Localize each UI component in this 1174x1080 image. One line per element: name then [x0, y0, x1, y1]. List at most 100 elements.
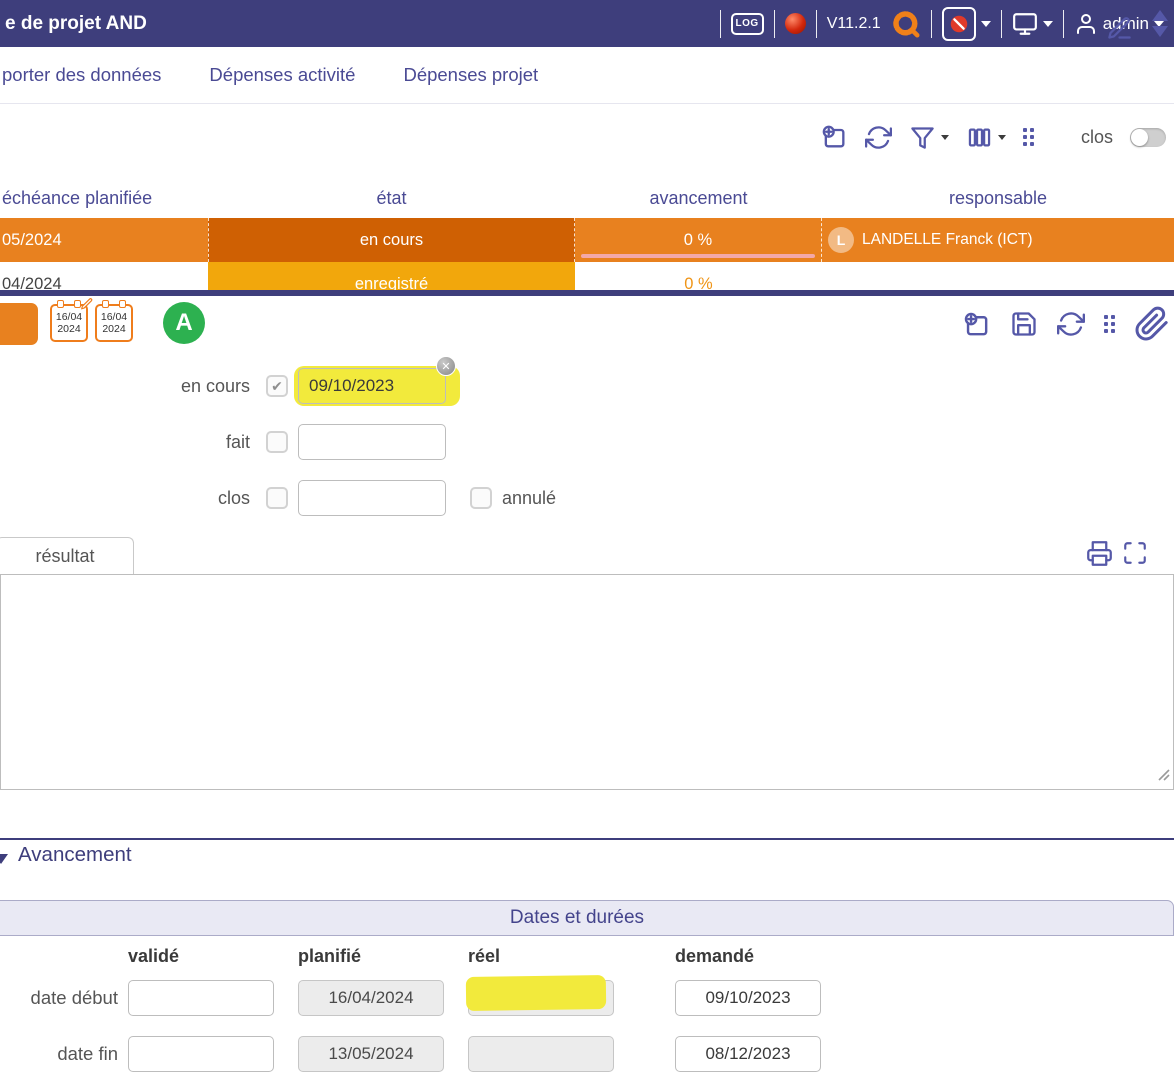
chevron-down-icon [998, 135, 1006, 144]
top-bar: e de projet AND LOG V11.2.1 [0, 0, 1174, 47]
date-debut-label: date début [0, 980, 118, 1016]
date-fin-valide-field[interactable] [128, 1036, 274, 1072]
calendar-ring-icon [57, 300, 64, 308]
cell-etat: enregistré [208, 262, 575, 290]
separator [720, 10, 721, 38]
dates-durees-header: Dates et durées [0, 900, 1174, 936]
paperclip-icon[interactable] [1134, 306, 1170, 342]
separator [931, 10, 932, 38]
clos-checkbox[interactable] [266, 487, 288, 509]
en-cours-date-field[interactable]: 09/10/2023 [298, 368, 446, 404]
detail-toolbar: 16/04 2024 16/04 2024 A [0, 296, 1174, 352]
monitor-icon [1012, 11, 1038, 37]
calendar-ring-icon [119, 300, 126, 308]
clear-date-icon[interactable]: ✕ [436, 356, 456, 376]
cell-echeance: 05/2024 [0, 218, 208, 262]
fait-checkbox[interactable] [266, 431, 288, 453]
column-header-etat[interactable]: état [208, 188, 575, 209]
col-header-reel: réel [468, 946, 500, 967]
date-fin-label: date fin [0, 1036, 118, 1072]
resultat-textarea[interactable] [0, 574, 1174, 790]
alert-indicator-icon[interactable] [785, 13, 806, 34]
refresh-icon[interactable] [865, 124, 892, 151]
section-title-text: Avancement [18, 843, 132, 867]
app-window: e de projet AND LOG V11.2.1 [0, 0, 1174, 1080]
fait-date-field[interactable] [298, 424, 446, 460]
columns-menu[interactable] [966, 124, 1006, 151]
section-divider [0, 838, 1174, 840]
section-avancement[interactable]: Avancement [0, 843, 132, 867]
menu-item-depenses-activite[interactable]: Dépenses activité [209, 64, 355, 86]
separator [816, 10, 817, 38]
add-record-icon[interactable] [962, 310, 991, 339]
save-icon[interactable] [1010, 310, 1038, 338]
column-header-avancement[interactable]: avancement [575, 188, 822, 209]
annule-checkbox[interactable] [470, 487, 492, 509]
assignee-avatar: A [163, 302, 205, 344]
responsable-name: LANDELLE Franck (ICT) [862, 231, 1033, 249]
toggle-knob [1131, 129, 1148, 146]
menu-bar: porter des données Dépenses activité Dép… [0, 47, 1174, 104]
column-header-responsable[interactable]: responsable [822, 188, 1174, 209]
app-title: e de projet AND [0, 13, 147, 35]
expand-icon[interactable] [1122, 540, 1148, 566]
print-icon[interactable] [1086, 540, 1113, 567]
date-debut-demande-field[interactable]: 09/10/2023 [675, 980, 821, 1016]
planned-date-line1: 16/04 [56, 311, 82, 323]
resize-handle-icon[interactable] [1157, 768, 1170, 786]
date-fin-demande-field[interactable]: 08/12/2023 [675, 1036, 821, 1072]
refresh-icon[interactable] [1057, 310, 1085, 338]
col-header-valide: validé [128, 946, 179, 967]
separator [1001, 10, 1002, 38]
cell-responsable: L LANDELLE Franck (ICT) [822, 218, 1174, 262]
session-menu[interactable] [942, 7, 991, 41]
menu-item-importer-donnees[interactable]: porter des données [2, 64, 161, 86]
annule-label: annulé [502, 480, 622, 516]
display-menu[interactable] [1012, 11, 1053, 37]
collapse-icon [0, 854, 8, 864]
progress-bar [581, 254, 815, 258]
separator [1063, 10, 1064, 38]
date-fin-reel-field [468, 1036, 614, 1072]
edit-pencil-icon[interactable] [1106, 15, 1133, 42]
table-row-selected[interactable]: 05/2024 en cours 0 % L LANDELLE Franck (… [0, 218, 1174, 262]
cell-echeance: 04/2024 [0, 262, 208, 290]
columns-icon [966, 124, 993, 151]
clos-toggle-label: clos [1081, 127, 1113, 148]
menu-item-depenses-projet[interactable]: Dépenses projet [403, 64, 538, 86]
real-date-calendar-icon: 16/04 2024 [95, 304, 133, 342]
scroll-down-icon[interactable] [1152, 26, 1168, 37]
chevron-down-icon [981, 21, 991, 32]
planned-date-line2: 2024 [57, 323, 80, 335]
en-cours-label: en cours [0, 368, 250, 404]
date-debut-valide-field[interactable] [128, 980, 274, 1016]
real-date-line2: 2024 [102, 323, 125, 335]
clos-toggle[interactable] [1130, 128, 1166, 147]
log-icon[interactable]: LOG [731, 13, 764, 35]
avancement-value: 0 % [684, 231, 712, 249]
column-header-echeance[interactable]: échéance planifiée [0, 188, 208, 209]
real-date-line1: 16/04 [101, 311, 127, 323]
chevron-down-icon [1043, 21, 1053, 32]
highlight-annotation [466, 975, 606, 1011]
clos-date-field[interactable] [298, 480, 446, 516]
more-options-icon[interactable] [1104, 315, 1115, 333]
add-record-icon[interactable] [820, 123, 848, 151]
filter-menu[interactable] [909, 124, 949, 151]
col-header-demande: demandé [675, 946, 754, 967]
list-toolbar: clos [0, 104, 1174, 170]
separator [774, 10, 775, 38]
no-entry-icon [942, 7, 976, 41]
scroll-up-icon[interactable] [1152, 10, 1168, 21]
detail-actions [962, 296, 1174, 352]
table-row[interactable]: 04/2024 enregistré 0 % [0, 262, 1174, 290]
menu-scroll-arrows[interactable] [1152, 10, 1168, 37]
tab-resultat[interactable]: résultat [0, 537, 134, 574]
en-cours-checkbox[interactable]: ✔ [266, 375, 288, 397]
date-fin-planifie-field: 13/05/2024 [298, 1036, 444, 1072]
more-options-icon[interactable] [1023, 128, 1034, 146]
filter-funnel-icon [909, 124, 936, 151]
pencil-overlay-icon [80, 297, 94, 314]
projeqtor-logo-icon[interactable] [891, 9, 921, 39]
cell-etat: en cours [208, 218, 575, 262]
